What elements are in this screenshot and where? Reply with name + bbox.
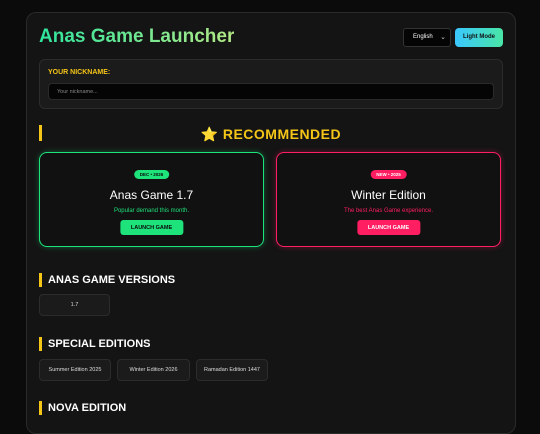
header: Anas Game Launcher English ⌄ Light Mode [39, 25, 503, 49]
card-badge: DEC • 2026 [133, 170, 170, 179]
card-subtitle: Popular demand this month. [113, 208, 190, 214]
nickname-input[interactable]: Your nickname... [48, 83, 494, 100]
nova-edition-title: NOVA EDITION [48, 402, 127, 414]
launch-game-button[interactable]: LAUNCH GAME [356, 220, 421, 235]
section-accent-bar [39, 401, 42, 415]
language-select[interactable]: English ⌄ [403, 27, 451, 47]
header-controls: English ⌄ Light Mode [403, 27, 503, 47]
card-subtitle: The best Anas Game experience. [343, 208, 434, 214]
language-select-value: English [413, 34, 433, 40]
card-title: Winter Edition [351, 188, 426, 202]
section-accent-bar [39, 273, 42, 287]
recommended-card-anas-game: DEC • 2026 Anas Game 1.7 Popular demand … [39, 152, 264, 247]
edition-chip-ramadan[interactable]: Ramadan Edition 1447 [196, 359, 268, 381]
chevron-down-icon: ⌄ [440, 34, 446, 41]
recommended-header: ⭐ RECOMMENDED [39, 125, 503, 142]
card-title: Anas Game 1.7 [109, 188, 194, 202]
section-accent-bar [39, 337, 42, 351]
light-mode-button[interactable]: Light Mode [455, 27, 503, 47]
card-badge: NEW • 2025 [370, 170, 407, 179]
version-chip[interactable]: 1.7 [39, 294, 110, 316]
special-editions-title: SPECIAL EDITIONS [48, 338, 151, 350]
star-icon: ⭐ [200, 126, 219, 142]
edition-chip-winter[interactable]: Winter Edition 2026 [117, 359, 190, 381]
nickname-label: YOUR NICKNAME: [48, 69, 111, 76]
recommended-title: RECOMMENDED [222, 126, 342, 142]
launcher-window: Anas Game Launcher English ⌄ Light Mode … [26, 12, 516, 434]
edition-chip-summer[interactable]: Summer Edition 2025 [39, 359, 111, 381]
nickname-card: YOUR NICKNAME: Your nickname... [39, 59, 503, 109]
recommended-card-winter-edition: NEW • 2025 Winter Edition The best Anas … [276, 152, 501, 247]
launch-game-button[interactable]: LAUNCH GAME [119, 220, 184, 235]
app-title: Anas Game Launcher [39, 26, 235, 47]
versions-title: ANAS GAME VERSIONS [48, 274, 176, 286]
